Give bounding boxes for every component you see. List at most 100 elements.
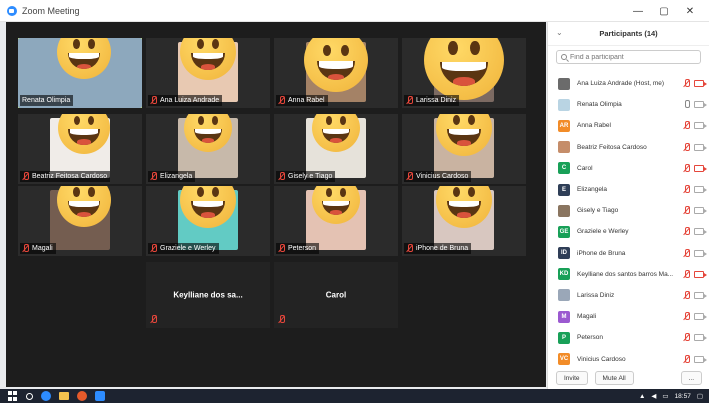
mic-muted-icon bbox=[150, 244, 157, 253]
mic-muted-icon[interactable] bbox=[683, 142, 690, 152]
windows-taskbar: ▲ ◀ ▭ 18:57 ▢ bbox=[0, 389, 709, 403]
avatar: VC bbox=[558, 353, 570, 366]
status-icons bbox=[683, 312, 707, 321]
participant-name: iPhone de Bruna bbox=[416, 245, 469, 252]
video-tile[interactable]: Carol bbox=[274, 262, 398, 328]
notifications-icon[interactable]: ▢ bbox=[697, 392, 703, 400]
mic-muted-icon bbox=[278, 172, 285, 181]
windows-start-icon[interactable] bbox=[8, 391, 18, 401]
camera-off-icon[interactable] bbox=[694, 80, 707, 88]
more-button[interactable]: ... bbox=[680, 371, 702, 385]
participant-row[interactable]: Gisely e Tiago bbox=[548, 200, 709, 221]
participant-search[interactable] bbox=[556, 50, 701, 64]
participant-row[interactable]: P Peterson bbox=[548, 327, 709, 348]
participant-row[interactable]: ID iPhone de Bruna bbox=[548, 243, 709, 264]
video-tile[interactable]: Graziele e Werley bbox=[146, 186, 270, 256]
mic-muted-icon[interactable] bbox=[683, 227, 690, 236]
participant-list: Ana Luiza Andrade (Host, me) Renata Olimp… bbox=[548, 73, 709, 370]
minimize-button[interactable]: — bbox=[625, 0, 651, 22]
mic-muted-icon[interactable] bbox=[683, 290, 690, 300]
mic-muted-icon bbox=[406, 96, 413, 105]
video-tile[interactable]: Anna Rabel bbox=[274, 38, 398, 108]
camera-icon[interactable] bbox=[694, 334, 707, 342]
folder-icon[interactable] bbox=[59, 392, 69, 400]
participant-name-tag: Renata Olimpia bbox=[20, 95, 74, 106]
search-input[interactable] bbox=[570, 53, 690, 61]
participant-row[interactable]: Larissa Diniz bbox=[548, 285, 709, 306]
zoom-logo-icon bbox=[7, 5, 17, 16]
camera-icon[interactable] bbox=[694, 122, 707, 130]
browser-icon[interactable] bbox=[41, 391, 51, 401]
participant-row[interactable]: KD Keylliane dos santos barros Ma... bbox=[548, 264, 709, 285]
participant-name-tag: Magali bbox=[20, 243, 56, 254]
video-tile[interactable]: Keylliane dos sa... bbox=[146, 262, 270, 328]
mic-muted-icon[interactable] bbox=[683, 248, 690, 258]
mic-muted-icon[interactable] bbox=[683, 333, 690, 342]
camera-off-icon[interactable] bbox=[694, 270, 707, 278]
mic-muted-icon bbox=[406, 244, 413, 253]
participant-row[interactable]: Ana Luiza Andrade (Host, me) bbox=[548, 73, 709, 94]
camera-icon[interactable] bbox=[694, 186, 707, 194]
video-tile[interactable]: Renata Olimpia bbox=[18, 38, 142, 108]
mic-muted-icon[interactable] bbox=[683, 185, 690, 194]
participant-name: Graziele e Werley bbox=[577, 228, 629, 236]
mic-muted-icon[interactable] bbox=[683, 79, 690, 88]
video-tile[interactable]: Larissa Diniz bbox=[402, 38, 526, 108]
chevron-down-icon[interactable]: ⌄ bbox=[556, 28, 563, 37]
video-tile[interactable]: Beatriz Feitosa Cardoso bbox=[18, 114, 142, 184]
participant-row[interactable]: GE Graziele e Werley bbox=[548, 221, 709, 242]
close-button[interactable]: ✕ bbox=[677, 0, 703, 22]
camera-icon[interactable] bbox=[694, 101, 707, 109]
camera-icon[interactable] bbox=[694, 228, 707, 236]
camera-off-icon[interactable] bbox=[694, 164, 707, 172]
avatar: E bbox=[558, 183, 570, 196]
participant-name: Peterson bbox=[288, 245, 317, 252]
camera-icon[interactable] bbox=[694, 143, 707, 151]
app-icon[interactable] bbox=[77, 391, 87, 401]
battery-icon[interactable]: ▭ bbox=[662, 392, 668, 400]
avatar: KD bbox=[558, 268, 570, 281]
camera-icon[interactable] bbox=[694, 291, 707, 299]
panel-title: Participants (14) bbox=[599, 29, 658, 38]
volume-icon[interactable]: ◀ bbox=[651, 392, 656, 400]
participant-name: Ana Luiza Andrade (Host, me) bbox=[577, 80, 665, 88]
video-tile[interactable]: Peterson bbox=[274, 186, 398, 256]
participant-name: Renata Olimpia bbox=[22, 97, 71, 104]
camera-icon[interactable] bbox=[694, 207, 707, 215]
participant-row[interactable]: C Carol bbox=[548, 158, 709, 179]
camera-icon[interactable] bbox=[694, 313, 707, 321]
invite-button[interactable]: Invite bbox=[556, 371, 588, 385]
video-tile[interactable]: Magali bbox=[18, 186, 142, 256]
video-tile[interactable]: Ana Luiza Andrade bbox=[146, 38, 270, 108]
clock[interactable]: 18:57 bbox=[675, 393, 691, 400]
search-icon[interactable] bbox=[26, 392, 33, 400]
network-icon[interactable]: ▲ bbox=[639, 393, 645, 400]
mic-muted-icon[interactable] bbox=[683, 121, 690, 130]
participant-row[interactable]: Renata Olimpia bbox=[548, 94, 709, 115]
mic-icon[interactable] bbox=[683, 100, 690, 109]
mute-all-button[interactable]: Mute All bbox=[594, 371, 634, 385]
mic-muted-icon[interactable] bbox=[683, 163, 690, 173]
zoom-taskbar-icon[interactable] bbox=[95, 391, 105, 401]
participant-name: Anna Rabel bbox=[577, 122, 611, 130]
avatar: AR bbox=[558, 119, 570, 132]
participant-name: Magali bbox=[32, 245, 53, 252]
video-tile[interactable]: Elizangela bbox=[146, 114, 270, 184]
video-tile[interactable]: iPhone de Bruna bbox=[402, 186, 526, 256]
camera-icon[interactable] bbox=[694, 249, 707, 257]
video-tile[interactable]: Gisely e Tiago bbox=[274, 114, 398, 184]
video-tile[interactable]: Vinicius Cardoso bbox=[402, 114, 526, 184]
maximize-button[interactable]: ▢ bbox=[651, 0, 677, 22]
mic-muted-icon[interactable] bbox=[683, 269, 690, 279]
status-icons bbox=[683, 333, 707, 342]
mic-muted-icon[interactable] bbox=[683, 312, 690, 321]
participant-row[interactable]: Beatriz Feitosa Cardoso bbox=[548, 137, 709, 158]
camera-icon[interactable] bbox=[694, 355, 707, 363]
participant-row[interactable]: M Magali bbox=[548, 306, 709, 327]
mic-muted-icon[interactable] bbox=[683, 206, 690, 215]
participant-row[interactable]: E Elizangela bbox=[548, 179, 709, 200]
avatar bbox=[558, 289, 570, 302]
participant-name: Larissa Diniz bbox=[577, 291, 615, 299]
mic-muted-icon[interactable] bbox=[683, 354, 690, 364]
participant-row[interactable]: AR Anna Rabel bbox=[548, 115, 709, 136]
